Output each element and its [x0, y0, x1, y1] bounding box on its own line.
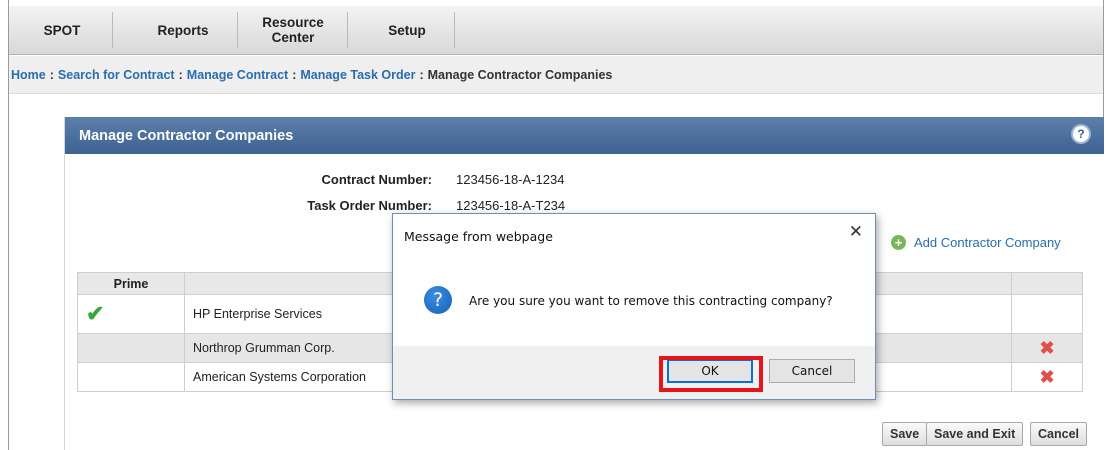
breadcrumb-separator: :	[178, 67, 183, 82]
help-icon[interactable]: ?	[1073, 126, 1089, 142]
dialog-title: Message from webpage	[404, 229, 553, 244]
confirm-dialog: Message from webpage ✕ ? Are you sure yo…	[392, 213, 876, 400]
ok-highlight-box	[659, 356, 763, 392]
column-header-actions	[1011, 272, 1083, 295]
panel-header: Manage Contractor Companies ?	[65, 117, 1104, 154]
nav-divider	[237, 12, 238, 48]
nav-reports[interactable]: Reports	[143, 6, 223, 54]
column-header-prime: Prime	[77, 272, 185, 295]
contract-number-value: 123456-18-A-1234	[456, 172, 565, 187]
task-order-value: 123456-18-A-T234	[456, 198, 566, 213]
nav-resource-center[interactable]: Resource Center	[253, 6, 333, 54]
save-and-exit-button[interactable]: Save and Exit	[926, 422, 1024, 446]
dialog-cancel-button[interactable]: Cancel	[769, 359, 855, 383]
question-icon: ?	[424, 286, 452, 314]
breadcrumb-separator: :	[49, 67, 54, 82]
breadcrumb-current: Manage Contractor Companies	[427, 67, 613, 82]
breadcrumb: Home : Search for Contract : Manage Cont…	[9, 56, 1103, 94]
breadcrumb-separator: :	[419, 67, 424, 82]
add-contractor-company-label: Add Contractor Company	[914, 235, 1061, 250]
breadcrumb-separator: :	[292, 67, 297, 82]
nav-setup[interactable]: Setup	[377, 6, 437, 54]
prime-cell	[77, 362, 185, 392]
breadcrumb-home[interactable]: Home	[11, 68, 46, 82]
prime-cell: ✔	[77, 294, 185, 334]
panel-title: Manage Contractor Companies	[79, 127, 294, 144]
close-icon[interactable]: ✕	[849, 222, 863, 242]
save-button[interactable]: Save	[882, 422, 928, 446]
remove-x-icon[interactable]: ✖	[1011, 333, 1083, 363]
plus-icon: +	[891, 235, 906, 250]
top-nav: SPOT Reports Resource Center Setup	[9, 6, 1103, 55]
dialog-footer: OK Cancel	[393, 346, 875, 399]
breadcrumb-search-contract[interactable]: Search for Contract	[58, 68, 175, 82]
prime-cell	[77, 333, 185, 363]
breadcrumb-manage-task-order[interactable]: Manage Task Order	[300, 68, 415, 82]
nav-divider	[112, 12, 113, 48]
dialog-message: Are you sure you want to remove this con…	[469, 294, 833, 308]
breadcrumb-manage-contract[interactable]: Manage Contract	[187, 68, 288, 82]
checkmark-icon: ✔	[86, 301, 105, 326]
cancel-button[interactable]: Cancel	[1030, 422, 1087, 446]
nav-spot[interactable]: SPOT	[27, 6, 97, 54]
contract-number-label: Contract Number:	[321, 172, 432, 187]
add-contractor-company-link[interactable]: + Add Contractor Company	[891, 235, 1061, 250]
remove-x-icon[interactable]: ✖	[1011, 362, 1083, 392]
task-order-label: Task Order Number:	[307, 198, 432, 213]
nav-divider	[454, 12, 455, 48]
nav-divider	[347, 12, 348, 48]
action-cell	[1011, 294, 1083, 334]
